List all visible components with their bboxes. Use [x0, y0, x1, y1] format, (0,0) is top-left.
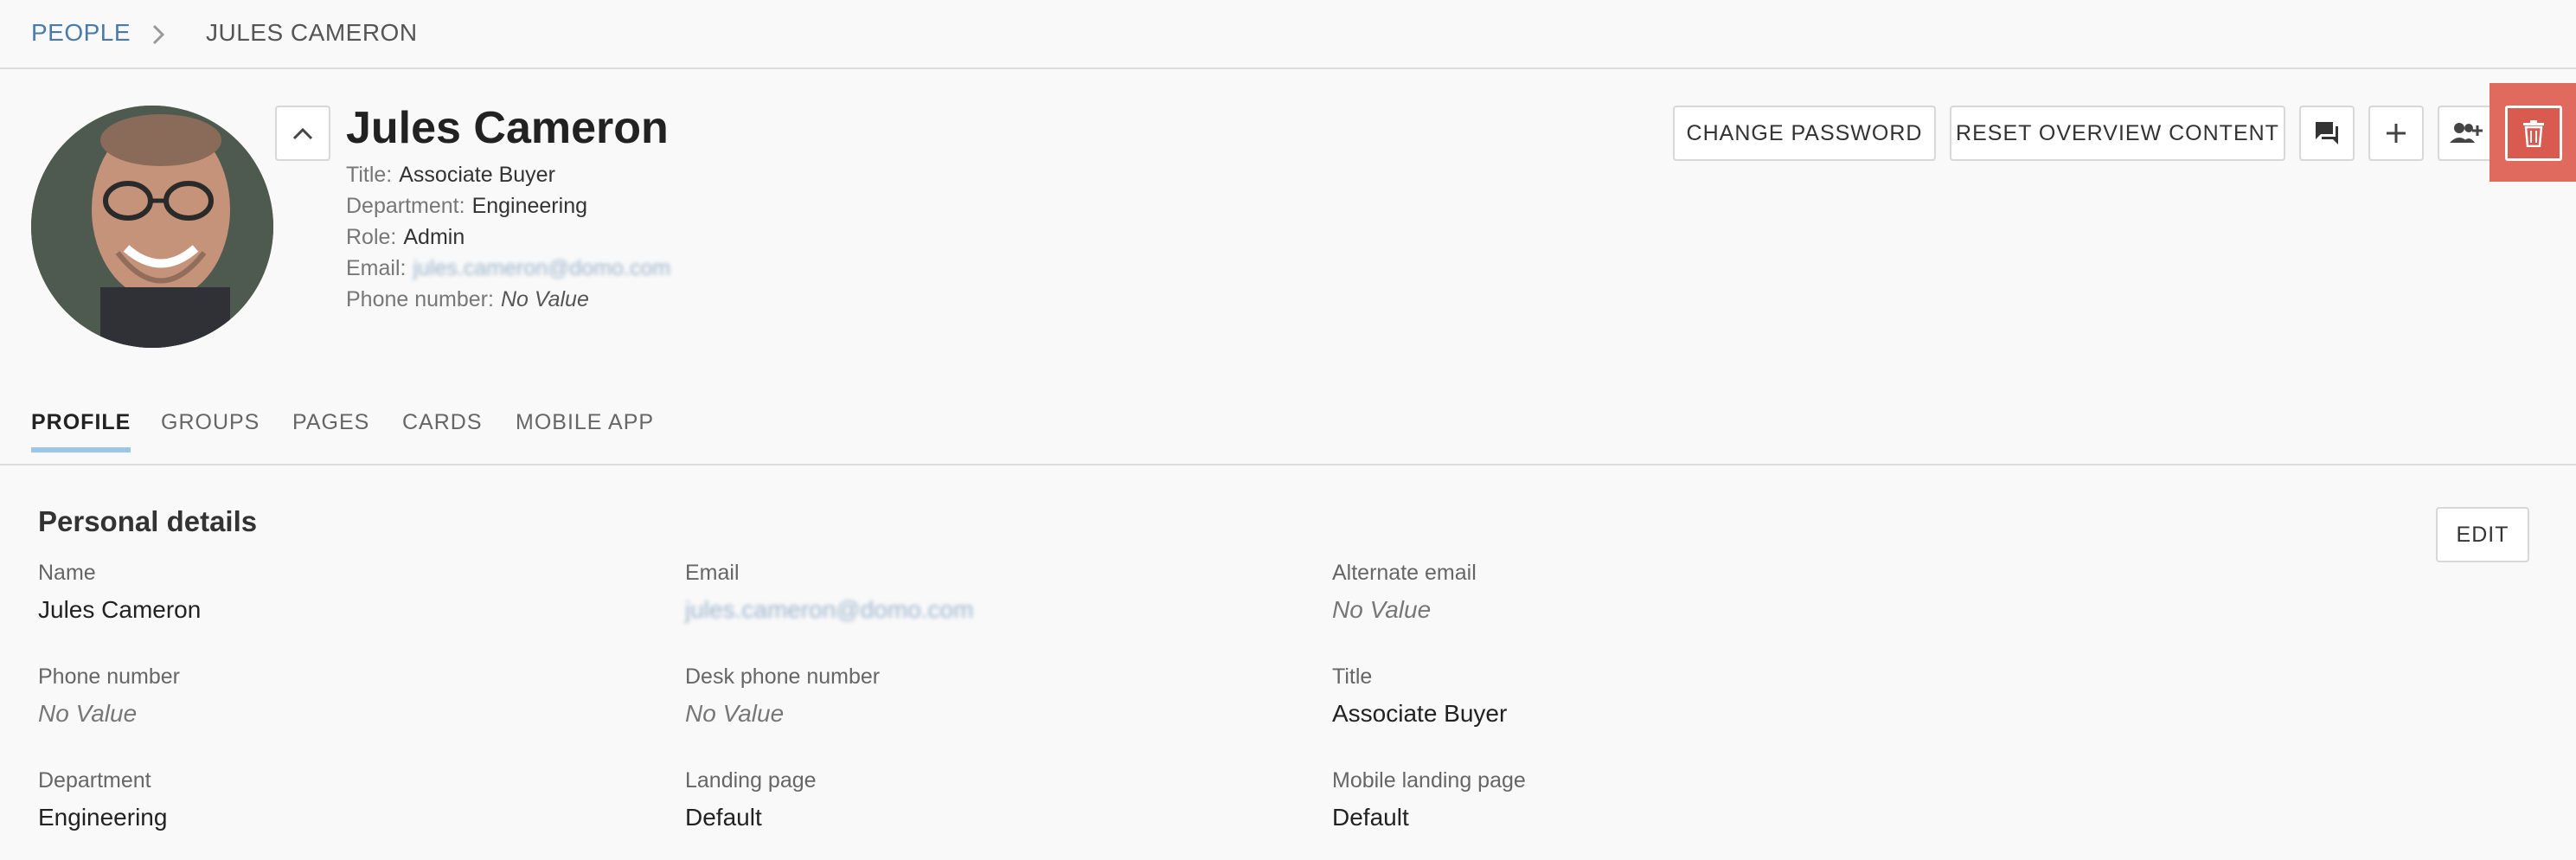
field-department: Department Engineering	[38, 768, 167, 831]
meta-phone-key: Phone number:	[346, 287, 494, 311]
field-title: Title Associate Buyer	[1332, 664, 1507, 728]
field-label: Mobile landing page	[1332, 768, 1526, 793]
tab-mobile-app[interactable]: MOBILE APP	[516, 410, 654, 451]
field-value: No Value	[685, 700, 785, 727]
edit-button[interactable]: EDIT	[2436, 507, 2529, 562]
meta-email-value[interactable]: jules.cameron@domo.com	[413, 256, 670, 280]
avatar	[31, 106, 273, 348]
plus-icon	[2387, 124, 2406, 143]
meta-role-key: Role:	[346, 225, 397, 249]
tab-pages[interactable]: PAGES	[292, 410, 369, 451]
meta-role: Role: Admin	[346, 225, 465, 250]
field-label: Email	[685, 561, 740, 585]
field-value[interactable]: jules.cameron@domo.com	[685, 596, 973, 624]
meta-department: Department: Engineering	[346, 194, 587, 219]
chevron-right-icon	[152, 24, 165, 45]
meta-department-value: Engineering	[471, 194, 587, 218]
section-title-personal-details: Personal details	[38, 505, 258, 537]
change-password-button[interactable]: CHANGE PASSWORD	[1673, 106, 1936, 161]
add-button[interactable]	[2368, 106, 2424, 161]
field-label: Landing page	[685, 768, 817, 793]
field-mobile-landing-page: Mobile landing page Default	[1332, 768, 1526, 831]
avatar-portrait	[31, 106, 273, 348]
add-user-icon	[2450, 123, 2483, 143]
field-value: Default	[685, 804, 762, 831]
breadcrumb-current: JULES CAMERON	[206, 19, 418, 46]
field-value: Jules Cameron	[38, 596, 202, 623]
chat-button[interactable]	[2299, 106, 2355, 161]
profile-tabs: PROFILE GROUPS PAGES CARDS MOBILE APP	[0, 398, 2576, 465]
field-label: Alternate email	[1332, 561, 1477, 585]
trash-icon	[2523, 120, 2544, 147]
field-value: Associate Buyer	[1332, 700, 1508, 727]
meta-title: Title: Associate Buyer	[346, 163, 555, 188]
field-name: Name Jules Cameron	[38, 561, 201, 624]
meta-email: Email: jules.cameron@domo.com	[346, 256, 670, 281]
profile-name: Jules Cameron	[346, 103, 669, 153]
field-label: Phone number	[38, 664, 181, 689]
field-desk-phone-number: Desk phone number No Value	[685, 664, 880, 728]
meta-department-key: Department:	[346, 194, 465, 218]
field-value: No Value	[1332, 596, 1432, 623]
meta-title-key: Title:	[346, 163, 393, 187]
field-alternate-email: Alternate email No Value	[1332, 561, 1477, 624]
breadcrumb: PEOPLE JULES CAMERON	[0, 0, 2576, 69]
field-label: Title	[1332, 664, 1373, 689]
add-user-button[interactable]	[2438, 106, 2493, 161]
tab-groups[interactable]: GROUPS	[161, 410, 260, 451]
reset-overview-button[interactable]: RESET OVERVIEW CONTENT	[1950, 106, 2285, 161]
meta-email-key: Email:	[346, 256, 407, 280]
meta-role-value: Admin	[403, 225, 465, 249]
field-email: Email jules.cameron@domo.com	[685, 561, 973, 624]
field-landing-page: Landing page Default	[685, 768, 817, 831]
chevron-up-icon	[292, 127, 313, 140]
field-value: No Value	[38, 700, 138, 727]
field-value: Engineering	[38, 804, 168, 831]
meta-phone: Phone number: No Value	[346, 287, 589, 312]
tab-profile[interactable]: PROFILE	[31, 410, 131, 452]
field-phone-number: Phone number No Value	[38, 664, 180, 728]
breadcrumb-people-link[interactable]: PEOPLE	[31, 19, 131, 47]
collapse-button[interactable]	[275, 106, 330, 161]
meta-phone-value: No Value	[500, 287, 589, 311]
meta-title-value: Associate Buyer	[399, 163, 555, 187]
field-label: Name	[38, 561, 96, 585]
field-label: Desk phone number	[685, 664, 881, 689]
delete-user-button[interactable]	[2505, 106, 2562, 161]
field-value: Default	[1332, 804, 1409, 831]
chat-icon	[2316, 122, 2338, 144]
tab-cards[interactable]: CARDS	[402, 410, 483, 451]
field-label: Department	[38, 768, 151, 793]
